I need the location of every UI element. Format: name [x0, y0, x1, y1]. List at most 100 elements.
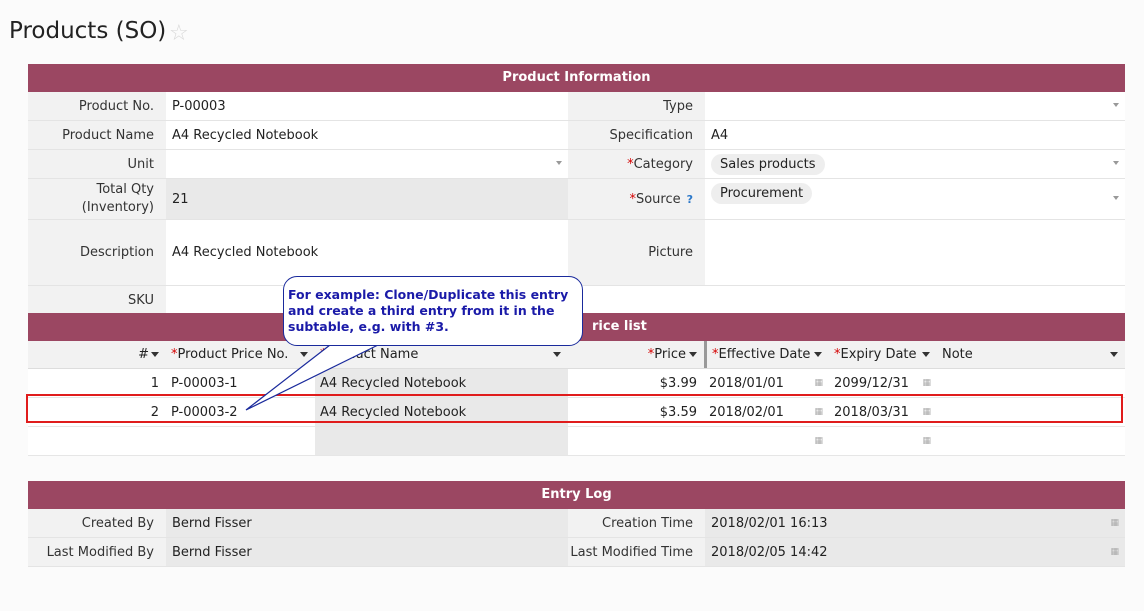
cell-name: A4 Recycled Notebook: [315, 369, 568, 397]
sort-icon[interactable]: [814, 352, 822, 357]
source-label-text: Source: [635, 191, 681, 207]
cell-price-no[interactable]: P-00003-1: [166, 369, 315, 397]
col-effective-label: Effective Date: [718, 347, 811, 362]
sort-icon[interactable]: [300, 352, 308, 357]
row-product-no: Product No. P-00003 Type: [28, 92, 1125, 121]
entry-log-section: Entry Log Created By Bernd Fisser Creati…: [28, 481, 1125, 567]
created-by-field: Bernd Fisser: [166, 509, 568, 537]
total-qty-field: 21: [166, 179, 568, 219]
row-unit: Unit * Category Sales products: [28, 150, 1125, 179]
product-no-label: Product No.: [28, 92, 166, 120]
cell-expiry[interactable]: 2018/03/31 ▦: [829, 398, 937, 426]
cell-name: [315, 427, 568, 455]
col-note[interactable]: Note: [937, 341, 1125, 368]
total-qty-label-line2: (Inventory): [81, 200, 154, 215]
sku-label: SKU: [28, 286, 166, 315]
effective-value: 2018/02/01: [709, 404, 784, 420]
table-row-empty[interactable]: ▦ ▦: [28, 427, 1125, 456]
chevron-down-icon[interactable]: [1113, 161, 1119, 165]
type-select[interactable]: [705, 92, 1125, 120]
expiry-value: 2018/03/31: [834, 404, 909, 420]
sort-icon[interactable]: [689, 352, 697, 357]
chevron-down-icon[interactable]: [1113, 196, 1119, 200]
modified-time-field: 2018/02/05 14:42 ▦: [705, 538, 1125, 566]
cell-price-no[interactable]: [166, 427, 315, 455]
calendar-icon[interactable]: ▦: [814, 407, 823, 417]
calendar-icon[interactable]: ▦: [814, 436, 823, 446]
unit-select[interactable]: [166, 150, 568, 178]
cell-note[interactable]: [937, 398, 1125, 426]
row-num: 1: [150, 375, 159, 391]
total-qty-label-line1: Total Qty: [96, 182, 154, 197]
modified-time-value: 2018/02/05 14:42: [711, 544, 828, 560]
section-header: Entry Log: [28, 481, 1125, 509]
cell-price[interactable]: [568, 427, 704, 455]
price-list-header-row: # * Product Price No. * Product Name * Pric…: [28, 341, 1125, 369]
col-num-label: #: [138, 347, 149, 362]
cell-price[interactable]: $3.99: [568, 369, 704, 397]
calendar-icon[interactable]: ▦: [922, 407, 931, 417]
modified-by-label: Last Modified By: [28, 538, 166, 566]
cell-price-no[interactable]: P-00003-2: [166, 398, 315, 426]
row-total-qty: Total Qty (Inventory) 21 * Source? Procur…: [28, 179, 1125, 220]
created-by-label: Created By: [28, 509, 166, 537]
help-icon[interactable]: ?: [687, 193, 693, 206]
cell-effective[interactable]: 2018/02/01 ▦: [704, 398, 829, 426]
cell-name: A4 Recycled Notebook: [315, 398, 568, 426]
creation-time-value: 2018/02/01 16:13: [711, 515, 828, 531]
chevron-down-icon[interactable]: [1113, 103, 1119, 107]
cell-expiry[interactable]: 2099/12/31 ▦: [829, 369, 937, 397]
cell-note[interactable]: [937, 427, 1125, 455]
cell-note[interactable]: [937, 369, 1125, 397]
cell-effective[interactable]: ▦: [704, 427, 829, 455]
col-note-label: Note: [942, 347, 973, 362]
row-product-name: Product Name A4 Recycled Notebook Specif…: [28, 121, 1125, 150]
specification-field[interactable]: A4: [705, 121, 1125, 149]
col-name-label: Product Name: [326, 347, 419, 362]
type-label: Type: [568, 92, 705, 120]
row-modified: Last Modified By Bernd Fisser Last Modif…: [28, 538, 1125, 567]
product-no-field[interactable]: P-00003: [166, 92, 568, 120]
table-row[interactable]: 1 P-00003-1 A4 Recycled Notebook $3.99 2…: [28, 369, 1125, 398]
favorite-star-icon[interactable]: ☆: [169, 21, 189, 46]
col-num[interactable]: #: [28, 341, 166, 368]
col-price-label: Price: [654, 347, 686, 362]
col-price[interactable]: * Price: [568, 341, 704, 368]
col-price-no-label: Product Price No.: [177, 347, 289, 362]
annotation-callout: For example: Clone/Duplicate this entry …: [283, 276, 583, 346]
row-num: [28, 427, 166, 455]
sort-icon[interactable]: [151, 352, 159, 357]
cell-effective[interactable]: 2018/01/01 ▦: [704, 369, 829, 397]
col-expiry-label: Expiry Date: [840, 347, 917, 362]
creation-time-label: Creation Time: [568, 509, 705, 537]
sort-icon[interactable]: [553, 352, 561, 357]
creation-time-field: 2018/02/01 16:13 ▦: [705, 509, 1125, 537]
chevron-down-icon[interactable]: [556, 161, 562, 165]
calendar-icon[interactable]: ▦: [922, 378, 931, 388]
effective-value: 2018/01/01: [709, 375, 784, 391]
calendar-icon: ▦: [1110, 518, 1119, 528]
col-expiry[interactable]: * Expiry Date: [829, 341, 937, 368]
picture-label: Picture: [568, 220, 705, 285]
picture-field[interactable]: [705, 220, 1125, 285]
row-description: Description A4 Recycled Notebook Picture: [28, 220, 1125, 286]
sort-icon[interactable]: [922, 352, 930, 357]
calendar-icon: ▦: [1110, 547, 1119, 557]
calendar-icon[interactable]: ▦: [814, 378, 823, 388]
product-name-field[interactable]: A4 Recycled Notebook: [166, 121, 568, 149]
cell-expiry[interactable]: ▦: [829, 427, 937, 455]
source-select[interactable]: Procurement: [705, 179, 1125, 219]
cell-price[interactable]: $3.59: [568, 398, 704, 426]
total-qty-label: Total Qty (Inventory): [28, 179, 166, 219]
category-label-text: Category: [633, 156, 693, 172]
category-label: * Category: [568, 150, 705, 178]
col-effective[interactable]: * Effective Date: [704, 341, 829, 368]
category-select[interactable]: Sales products: [705, 150, 1125, 178]
sort-icon[interactable]: [1110, 352, 1118, 357]
calendar-icon[interactable]: ▦: [922, 436, 931, 446]
product-name-label: Product Name: [28, 121, 166, 149]
unit-label: Unit: [28, 150, 166, 178]
section-header: Product Information: [28, 64, 1125, 92]
table-row[interactable]: 2 P-00003-2 A4 Recycled Notebook $3.59 2…: [28, 398, 1125, 427]
modified-by-field: Bernd Fisser: [166, 538, 568, 566]
